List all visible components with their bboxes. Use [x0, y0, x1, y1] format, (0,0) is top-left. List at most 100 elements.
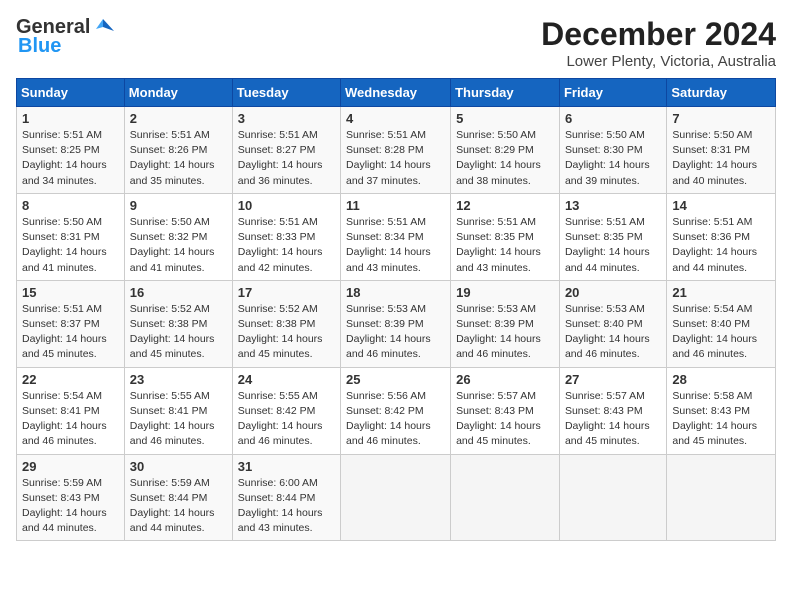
- daylight-label: Daylight: 14 hours and 41 minutes.: [22, 246, 107, 273]
- day-number: 15: [22, 285, 119, 300]
- day-info: Sunrise: 5:52 AM Sunset: 8:38 PM Dayligh…: [238, 302, 335, 363]
- calendar-cell: 10 Sunrise: 5:51 AM Sunset: 8:33 PM Dayl…: [232, 193, 340, 280]
- daylight-label: Daylight: 14 hours and 45 minutes.: [565, 420, 650, 447]
- day-info: Sunrise: 5:57 AM Sunset: 8:43 PM Dayligh…: [456, 389, 554, 450]
- day-info: Sunrise: 5:53 AM Sunset: 8:39 PM Dayligh…: [346, 302, 445, 363]
- sunset-label: Sunset: 8:43 PM: [456, 405, 534, 417]
- daylight-label: Daylight: 14 hours and 37 minutes.: [346, 159, 431, 186]
- daylight-label: Daylight: 14 hours and 36 minutes.: [238, 159, 323, 186]
- day-info: Sunrise: 5:52 AM Sunset: 8:38 PM Dayligh…: [130, 302, 227, 363]
- day-info: Sunrise: 5:56 AM Sunset: 8:42 PM Dayligh…: [346, 389, 445, 450]
- sunset-label: Sunset: 8:40 PM: [672, 318, 750, 330]
- calendar-cell: 18 Sunrise: 5:53 AM Sunset: 8:39 PM Dayl…: [341, 280, 451, 367]
- daylight-label: Daylight: 14 hours and 44 minutes.: [565, 246, 650, 273]
- calendar-cell: 27 Sunrise: 5:57 AM Sunset: 8:43 PM Dayl…: [559, 367, 666, 454]
- sunset-label: Sunset: 8:35 PM: [456, 231, 534, 243]
- daylight-label: Daylight: 14 hours and 45 minutes.: [672, 420, 757, 447]
- sunrise-label: Sunrise: 5:51 AM: [346, 129, 426, 141]
- sunrise-label: Sunrise: 5:52 AM: [238, 303, 318, 315]
- sunrise-label: Sunrise: 5:57 AM: [565, 390, 645, 402]
- sunset-label: Sunset: 8:28 PM: [346, 144, 424, 156]
- day-number: 2: [130, 111, 227, 126]
- sunset-label: Sunset: 8:38 PM: [238, 318, 316, 330]
- calendar-cell: 1 Sunrise: 5:51 AM Sunset: 8:25 PM Dayli…: [17, 107, 125, 194]
- sunset-label: Sunset: 8:34 PM: [346, 231, 424, 243]
- sunset-label: Sunset: 8:25 PM: [22, 144, 100, 156]
- calendar-cell: 14 Sunrise: 5:51 AM Sunset: 8:36 PM Dayl…: [667, 193, 776, 280]
- calendar-week-4: 22 Sunrise: 5:54 AM Sunset: 8:41 PM Dayl…: [17, 367, 776, 454]
- day-number: 4: [346, 111, 445, 126]
- daylight-label: Daylight: 14 hours and 45 minutes.: [22, 333, 107, 360]
- daylight-label: Daylight: 14 hours and 41 minutes.: [130, 246, 215, 273]
- col-header-wednesday: Wednesday: [341, 79, 451, 107]
- sunrise-label: Sunrise: 5:51 AM: [456, 216, 536, 228]
- sunrise-label: Sunrise: 5:50 AM: [130, 216, 210, 228]
- page-header: General Blue December 2024 Lower Plenty,…: [16, 16, 776, 70]
- day-number: 22: [22, 372, 119, 387]
- calendar-cell: [667, 454, 776, 541]
- logo-blue: Blue: [18, 35, 61, 58]
- day-number: 6: [565, 111, 661, 126]
- sunset-label: Sunset: 8:39 PM: [456, 318, 534, 330]
- day-info: Sunrise: 5:51 AM Sunset: 8:26 PM Dayligh…: [130, 128, 227, 189]
- col-header-saturday: Saturday: [667, 79, 776, 107]
- sunset-label: Sunset: 8:41 PM: [130, 405, 208, 417]
- day-info: Sunrise: 5:50 AM Sunset: 8:31 PM Dayligh…: [672, 128, 770, 189]
- sunset-label: Sunset: 8:43 PM: [672, 405, 750, 417]
- page-subtitle: Lower Plenty, Victoria, Australia: [541, 53, 776, 70]
- day-number: 19: [456, 285, 554, 300]
- sunrise-label: Sunrise: 5:53 AM: [456, 303, 536, 315]
- day-info: Sunrise: 5:53 AM Sunset: 8:39 PM Dayligh…: [456, 302, 554, 363]
- calendar-cell: 28 Sunrise: 5:58 AM Sunset: 8:43 PM Dayl…: [667, 367, 776, 454]
- calendar-cell: 20 Sunrise: 5:53 AM Sunset: 8:40 PM Dayl…: [559, 280, 666, 367]
- sunrise-label: Sunrise: 5:59 AM: [22, 477, 102, 489]
- sunrise-label: Sunrise: 5:57 AM: [456, 390, 536, 402]
- sunrise-label: Sunrise: 5:54 AM: [672, 303, 752, 315]
- day-info: Sunrise: 5:57 AM Sunset: 8:43 PM Dayligh…: [565, 389, 661, 450]
- day-info: Sunrise: 5:51 AM Sunset: 8:27 PM Dayligh…: [238, 128, 335, 189]
- calendar-week-5: 29 Sunrise: 5:59 AM Sunset: 8:43 PM Dayl…: [17, 454, 776, 541]
- sunset-label: Sunset: 8:33 PM: [238, 231, 316, 243]
- sunset-label: Sunset: 8:32 PM: [130, 231, 208, 243]
- calendar-cell: 2 Sunrise: 5:51 AM Sunset: 8:26 PM Dayli…: [124, 107, 232, 194]
- sunset-label: Sunset: 8:40 PM: [565, 318, 643, 330]
- sunset-label: Sunset: 8:26 PM: [130, 144, 208, 156]
- sunset-label: Sunset: 8:29 PM: [456, 144, 534, 156]
- day-number: 12: [456, 198, 554, 213]
- sunrise-label: Sunrise: 5:54 AM: [22, 390, 102, 402]
- daylight-label: Daylight: 14 hours and 39 minutes.: [565, 159, 650, 186]
- day-number: 21: [672, 285, 770, 300]
- calendar-cell: [559, 454, 666, 541]
- day-number: 18: [346, 285, 445, 300]
- calendar-cell: 22 Sunrise: 5:54 AM Sunset: 8:41 PM Dayl…: [17, 367, 125, 454]
- sunset-label: Sunset: 8:41 PM: [22, 405, 100, 417]
- day-info: Sunrise: 5:51 AM Sunset: 8:36 PM Dayligh…: [672, 215, 770, 276]
- day-number: 24: [238, 372, 335, 387]
- sunrise-label: Sunrise: 5:53 AM: [565, 303, 645, 315]
- sunset-label: Sunset: 8:37 PM: [22, 318, 100, 330]
- calendar-cell: 15 Sunrise: 5:51 AM Sunset: 8:37 PM Dayl…: [17, 280, 125, 367]
- day-info: Sunrise: 5:55 AM Sunset: 8:42 PM Dayligh…: [238, 389, 335, 450]
- sunset-label: Sunset: 8:44 PM: [238, 492, 316, 504]
- daylight-label: Daylight: 14 hours and 46 minutes.: [346, 420, 431, 447]
- day-info: Sunrise: 5:50 AM Sunset: 8:30 PM Dayligh…: [565, 128, 661, 189]
- calendar-table: SundayMondayTuesdayWednesdayThursdayFrid…: [16, 78, 776, 541]
- calendar-cell: 30 Sunrise: 5:59 AM Sunset: 8:44 PM Dayl…: [124, 454, 232, 541]
- daylight-label: Daylight: 14 hours and 46 minutes.: [238, 420, 323, 447]
- calendar-cell: 9 Sunrise: 5:50 AM Sunset: 8:32 PM Dayli…: [124, 193, 232, 280]
- daylight-label: Daylight: 14 hours and 46 minutes.: [565, 333, 650, 360]
- calendar-cell: 8 Sunrise: 5:50 AM Sunset: 8:31 PM Dayli…: [17, 193, 125, 280]
- daylight-label: Daylight: 14 hours and 44 minutes.: [22, 507, 107, 534]
- day-number: 1: [22, 111, 119, 126]
- calendar-cell: 4 Sunrise: 5:51 AM Sunset: 8:28 PM Dayli…: [341, 107, 451, 194]
- calendar-cell: 29 Sunrise: 5:59 AM Sunset: 8:43 PM Dayl…: [17, 454, 125, 541]
- sunset-label: Sunset: 8:31 PM: [22, 231, 100, 243]
- day-number: 29: [22, 459, 119, 474]
- sunset-label: Sunset: 8:39 PM: [346, 318, 424, 330]
- day-info: Sunrise: 5:58 AM Sunset: 8:43 PM Dayligh…: [672, 389, 770, 450]
- sunrise-label: Sunrise: 6:00 AM: [238, 477, 318, 489]
- daylight-label: Daylight: 14 hours and 44 minutes.: [130, 507, 215, 534]
- sunrise-label: Sunrise: 5:55 AM: [130, 390, 210, 402]
- calendar-cell: 23 Sunrise: 5:55 AM Sunset: 8:41 PM Dayl…: [124, 367, 232, 454]
- calendar-cell: 21 Sunrise: 5:54 AM Sunset: 8:40 PM Dayl…: [667, 280, 776, 367]
